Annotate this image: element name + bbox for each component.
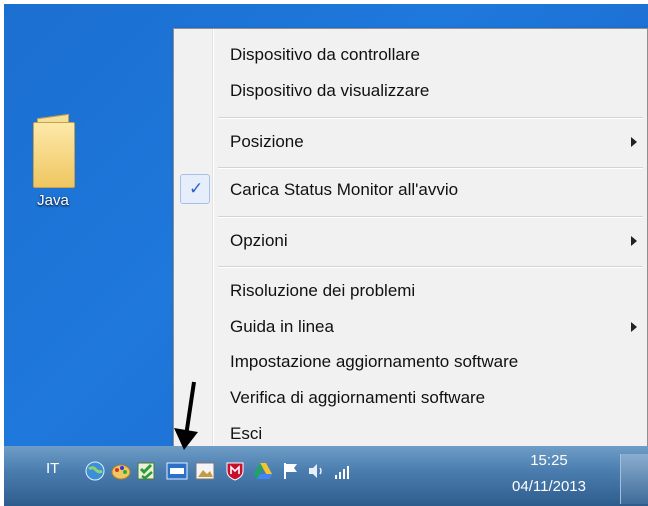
menu-item-label: Verifica di aggiornamenti software <box>230 388 486 407</box>
context-menu: Dispositivo da controllare Dispositivo d… <box>173 28 648 454</box>
menu-item-troubleshooting[interactable]: Risoluzione dei problemi <box>174 276 647 306</box>
frame-top <box>0 0 648 4</box>
signal-icon[interactable] <box>332 460 354 482</box>
folder-icon <box>29 112 77 188</box>
taskbar: IT 15:25 04/11/2013 <box>4 446 648 506</box>
system-clock[interactable]: 15:25 04/11/2013 <box>494 448 604 500</box>
menu-item-label: Dispositivo da visualizzare <box>230 81 430 100</box>
google-drive-icon[interactable] <box>252 460 274 482</box>
language-indicator[interactable]: IT <box>46 460 59 477</box>
menu-item-label: Impostazione aggiornamento software <box>230 352 519 371</box>
submenu-arrow-icon <box>631 322 637 332</box>
menu-item-device-to-display[interactable]: Dispositivo da visualizzare <box>174 76 647 106</box>
paint-palette-icon[interactable] <box>110 460 132 482</box>
menu-item-online-help[interactable]: Guida in linea <box>174 312 647 342</box>
volume-icon[interactable] <box>306 460 328 482</box>
menu-separator <box>218 167 643 169</box>
desktop-icon-label: Java <box>37 192 69 209</box>
annotation-arrow-icon <box>174 381 198 450</box>
photo-icon[interactable] <box>194 460 216 482</box>
menu-item-label: Dispositivo da controllare <box>230 45 420 64</box>
submenu-arrow-icon <box>631 236 637 246</box>
menu-item-position[interactable]: Posizione <box>174 127 647 157</box>
menu-separator <box>218 117 643 119</box>
frame-left <box>0 0 4 506</box>
menu-separator <box>218 266 643 268</box>
checkmark-icon: ✓ <box>180 174 210 204</box>
menu-item-label: Risoluzione dei problemi <box>230 281 416 300</box>
menu-item-label: Guida in linea <box>230 317 334 336</box>
menu-item-options[interactable]: Opzioni <box>174 226 647 256</box>
action-center-flag-icon[interactable] <box>280 460 302 482</box>
menu-item-check-software-updates[interactable]: Verifica di aggiornamenti software <box>174 383 647 413</box>
menu-item-exit[interactable]: Esci <box>174 419 647 449</box>
menu-item-device-to-control[interactable]: Dispositivo da controllare <box>174 40 647 70</box>
ccs-icon[interactable] <box>166 460 188 482</box>
status-monitor-icon[interactable] <box>136 460 158 482</box>
menu-item-label: Posizione <box>230 132 304 151</box>
mcafee-shield-icon[interactable] <box>224 460 246 482</box>
menu-separator <box>218 216 643 218</box>
menu-item-software-update-settings[interactable]: Impostazione aggiornamento software <box>174 347 647 377</box>
menu-item-load-status-monitor[interactable]: ✓ Carica Status Monitor all'avvio <box>174 174 647 205</box>
desktop-icon-java[interactable]: Java <box>18 112 88 209</box>
show-desktop-button[interactable] <box>620 454 648 504</box>
clock-date: 04/11/2013 <box>512 478 586 495</box>
submenu-arrow-icon <box>631 137 637 147</box>
menu-item-label: Carica Status Monitor all'avvio <box>230 180 459 199</box>
menu-item-label: Opzioni <box>230 231 288 250</box>
clock-time: 15:25 <box>530 452 568 469</box>
menu-item-label: Esci <box>230 424 263 443</box>
network-globe-icon[interactable] <box>84 460 106 482</box>
